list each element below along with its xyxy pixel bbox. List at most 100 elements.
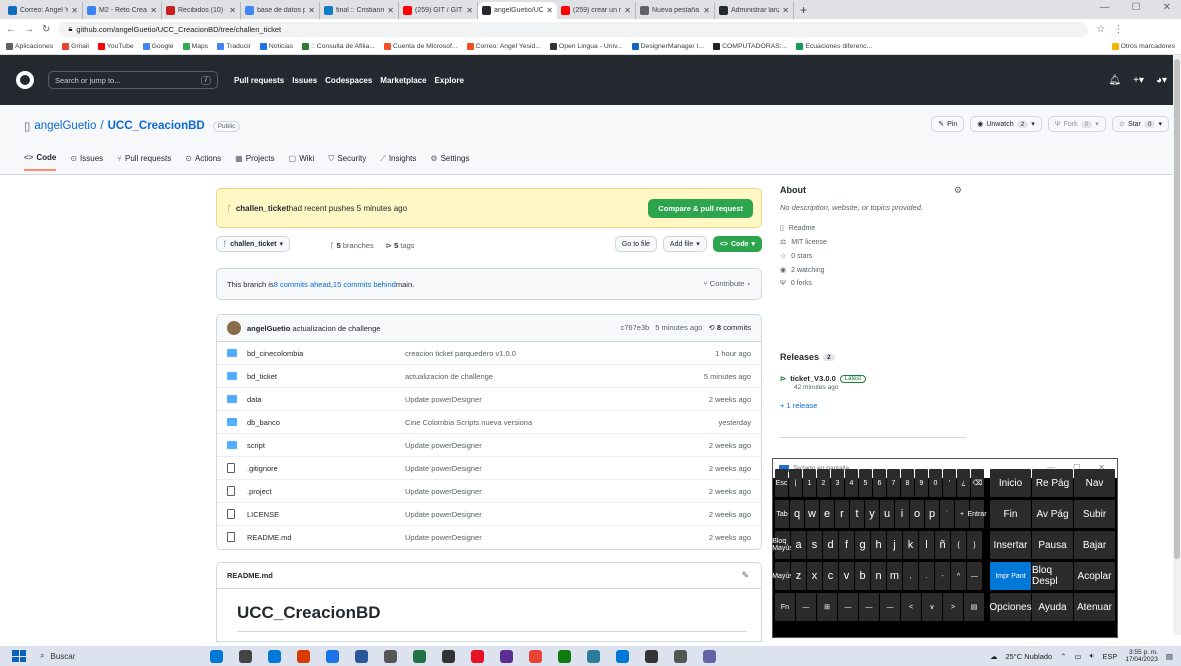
new-tab-icon[interactable]: + bbox=[800, 3, 807, 17]
osk-key[interactable]: j bbox=[887, 531, 902, 559]
osk-key[interactable]: 9 bbox=[915, 469, 928, 497]
osk-key[interactable]: ^ bbox=[951, 562, 966, 590]
osk-key[interactable]: 8 bbox=[901, 469, 914, 497]
bookmark-item[interactable]: Traducir bbox=[217, 43, 251, 50]
taskbar-app-icon[interactable] bbox=[587, 649, 600, 663]
clock[interactable]: 3:55 p. m. 17/04/2023 bbox=[1125, 649, 1158, 663]
repo-name-link[interactable]: UCC_CreacionBD bbox=[108, 120, 205, 132]
osk-key[interactable]: Acoplar bbox=[1074, 562, 1115, 590]
osk-key[interactable]: - bbox=[935, 562, 950, 590]
tab-close-icon[interactable]: ✕ bbox=[387, 6, 394, 15]
global-nav-link[interactable]: Codespaces bbox=[325, 76, 372, 85]
bookmark-item[interactable]: Aplicaciones bbox=[6, 43, 53, 50]
taskbar-app-icon[interactable] bbox=[239, 649, 252, 663]
global-nav-link[interactable]: Explore bbox=[435, 76, 464, 85]
taskbar-app-icon[interactable] bbox=[471, 649, 484, 663]
file-name[interactable]: bd_ticket bbox=[247, 372, 277, 381]
osk-key[interactable]: Subir bbox=[1074, 500, 1115, 528]
osk-key[interactable]: . bbox=[919, 562, 934, 590]
osk-key[interactable]: , bbox=[903, 562, 918, 590]
osk-key[interactable]: Bajar bbox=[1074, 531, 1115, 559]
commit-message[interactable]: actualizacion de challenge bbox=[292, 324, 380, 333]
pin-button[interactable]: ✎ Pin bbox=[931, 116, 965, 132]
osk-key[interactable]: Opciones bbox=[989, 593, 1032, 621]
file-commit-message[interactable]: Update powerDesigner bbox=[405, 510, 482, 519]
osk-key[interactable]: a bbox=[791, 531, 806, 559]
weather-text[interactable]: 25°C Nublado bbox=[1005, 652, 1052, 661]
taskbar-search[interactable]: ⌕ Buscar bbox=[40, 651, 190, 661]
taskbar-app-icon[interactable] bbox=[442, 649, 455, 663]
avatar[interactable]: ◕▾ bbox=[1156, 75, 1167, 86]
taskbar-app-icon[interactable] bbox=[500, 649, 513, 663]
osk-key[interactable]: g bbox=[855, 531, 870, 559]
osk-key[interactable]: — bbox=[796, 593, 816, 621]
scrollbar-thumb[interactable] bbox=[1174, 59, 1180, 559]
bookmark-item[interactable]: Cuenta de Microsof... bbox=[383, 43, 458, 50]
repo-owner-link[interactable]: angelGuetio bbox=[34, 120, 96, 132]
browser-tab[interactable]: final :: Cristianrem✕ bbox=[320, 2, 399, 19]
back-icon[interactable]: ← bbox=[6, 24, 16, 35]
go-to-file-button[interactable]: Go to file bbox=[614, 236, 657, 252]
minimize-icon[interactable]: — bbox=[1100, 2, 1110, 13]
osk-key[interactable]: 3 bbox=[831, 469, 844, 497]
file-name[interactable]: .gitignore bbox=[247, 464, 278, 473]
tab-close-icon[interactable]: ✕ bbox=[229, 6, 236, 15]
about-item[interactable]: ▯ Readme bbox=[780, 224, 970, 233]
bookmark-item[interactable]: COMPUTADORAS:... bbox=[713, 43, 787, 50]
file-name[interactable]: README.md bbox=[247, 533, 292, 542]
osk-key[interactable]: ⌫ bbox=[971, 469, 984, 497]
commits-link[interactable]: ⟲ 8 commits bbox=[708, 323, 751, 332]
pencil-icon[interactable]: ✎ bbox=[741, 570, 749, 581]
file-commit-message[interactable]: creacion ticket parquedero v1.0.0 bbox=[405, 349, 516, 358]
tab-close-icon[interactable]: ✕ bbox=[71, 6, 78, 15]
osk-key[interactable]: 4 bbox=[845, 469, 858, 497]
notification-icon[interactable]: ▤ bbox=[1166, 652, 1173, 661]
osk-key[interactable]: s bbox=[807, 531, 822, 559]
file-name[interactable]: db_banco bbox=[247, 418, 280, 427]
osk-key[interactable]: — bbox=[880, 593, 900, 621]
taskbar-app-icon[interactable] bbox=[210, 649, 223, 663]
osk-key[interactable]: 2 bbox=[817, 469, 830, 497]
browser-tab[interactable]: (259) GIT / GITHUB✕ bbox=[399, 2, 478, 19]
compare-pull-request-button[interactable]: Compare & pull request bbox=[648, 199, 753, 218]
file-name[interactable]: .project bbox=[247, 487, 272, 496]
maximize-icon[interactable]: ☐ bbox=[1132, 2, 1141, 13]
osk-key[interactable]: Nav bbox=[1074, 469, 1115, 497]
file-commit-message[interactable]: Update powerDesigner bbox=[405, 395, 482, 404]
commits-behind-link[interactable]: 15 commits behind bbox=[333, 280, 396, 289]
bell-icon[interactable]: 🔔︎ bbox=[1108, 75, 1121, 86]
osk-key[interactable]: Pausa bbox=[1032, 531, 1073, 559]
file-commit-message[interactable]: Update powerDesigner bbox=[405, 487, 482, 496]
bookmark-item[interactable]: Correo: Angel Yesid... bbox=[466, 43, 541, 50]
language-indicator[interactable]: ESP bbox=[1102, 652, 1117, 661]
osk-key[interactable]: } bbox=[967, 531, 982, 559]
osk-key[interactable]: ´ bbox=[940, 500, 954, 528]
taskbar-app-icon[interactable] bbox=[703, 649, 716, 663]
browser-tab[interactable]: Recibidos (10) - pe✕ bbox=[162, 2, 241, 19]
osk-key[interactable]: — bbox=[838, 593, 858, 621]
branch-select-button[interactable]: ᚴ challen_ticket ▾ bbox=[216, 236, 291, 252]
file-name[interactable]: script bbox=[247, 441, 265, 450]
about-item[interactable]: ◉ 2 watching bbox=[780, 266, 970, 275]
osk-key[interactable]: Av Pág bbox=[1032, 500, 1073, 528]
file-name[interactable]: LICENSE bbox=[247, 510, 279, 519]
bookmark-item[interactable]: YouTube bbox=[97, 43, 134, 50]
osk-key[interactable]: e bbox=[820, 500, 834, 528]
osk-key[interactable]: Inicio bbox=[990, 469, 1031, 497]
reload-icon[interactable]: ↻ bbox=[42, 24, 50, 35]
commits-ahead-link[interactable]: 8 commits ahead bbox=[274, 280, 331, 289]
more-releases-link[interactable]: + 1 release bbox=[780, 401, 970, 410]
file-commit-message[interactable]: Update powerDesigner bbox=[405, 464, 482, 473]
star-bookmark-icon[interactable]: ☆ bbox=[1096, 24, 1105, 35]
osk-key[interactable]: o bbox=[910, 500, 924, 528]
osk-key[interactable]: Mayús bbox=[772, 562, 793, 590]
osk-key[interactable]: Atenuar bbox=[1074, 593, 1115, 621]
osk-key[interactable]: q bbox=[790, 500, 804, 528]
repo-tab-settings[interactable]: ⚙ Settings bbox=[430, 153, 469, 171]
osk-key[interactable]: d bbox=[823, 531, 838, 559]
file-commit-message[interactable]: Cine Colombia Scripts nueva versiona bbox=[405, 418, 532, 427]
osk-key[interactable]: i bbox=[895, 500, 909, 528]
repo-tab-insights[interactable]: ⟋ Insights bbox=[380, 153, 416, 171]
unwatch-button[interactable]: ◉ Unwatch 2 ▾ bbox=[970, 116, 1042, 132]
tags-link[interactable]: ⊳ 5 tags bbox=[386, 241, 415, 250]
